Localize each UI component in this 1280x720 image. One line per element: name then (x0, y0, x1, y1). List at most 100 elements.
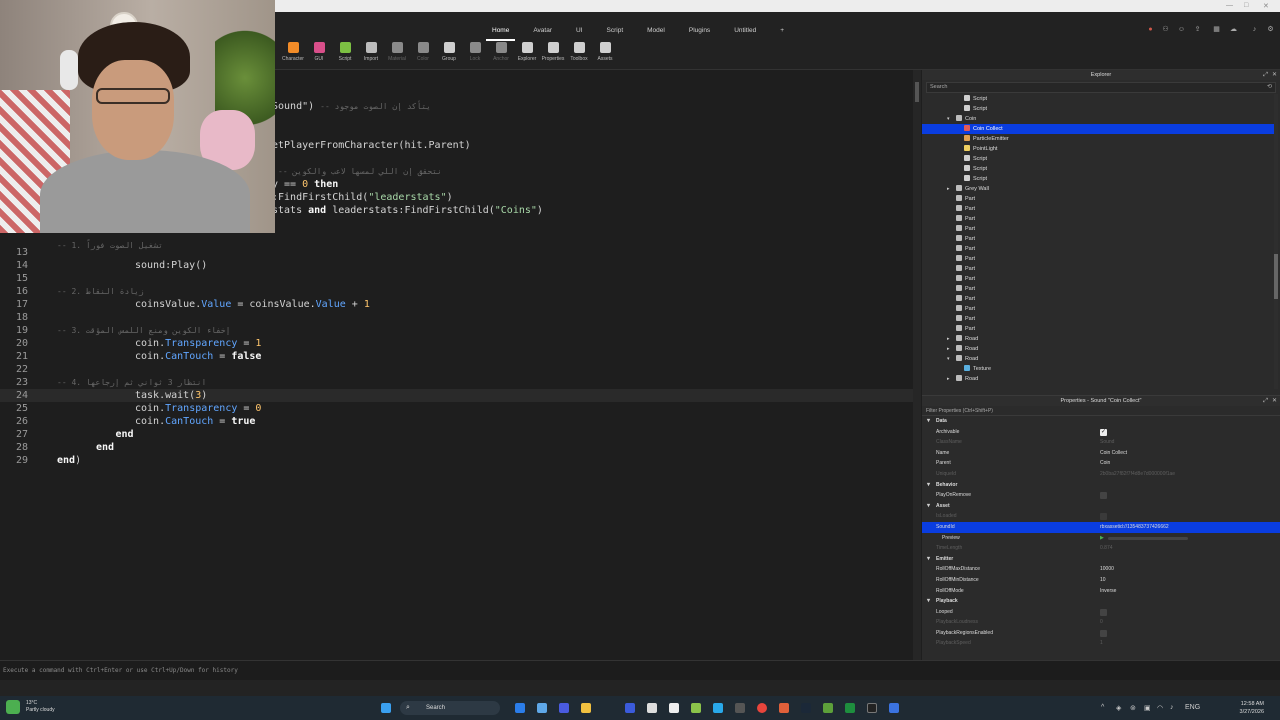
taskbar-search[interactable]: ⌕ Search (400, 701, 500, 715)
explorer-item[interactable]: Part (922, 304, 1274, 314)
explorer-item[interactable]: Script (922, 174, 1274, 184)
explorer-search-input[interactable]: Search ⟲ (926, 82, 1276, 93)
tray-chevron-icon[interactable]: ^ (1101, 704, 1104, 711)
explorer-item[interactable]: Part (922, 294, 1274, 304)
material-tool-button[interactable]: Material (384, 42, 410, 62)
explorer-item[interactable]: Part (922, 284, 1274, 294)
expand-arrow-icon[interactable]: ▾ (947, 114, 950, 124)
explorer-item[interactable]: Part (922, 194, 1274, 204)
property-row[interactable]: UniqueId 2b0ba27f82f7f4d8e7d000000f1ae (922, 469, 1280, 480)
tab-avatar[interactable]: Avatar (521, 26, 564, 36)
assets-tool-button[interactable]: Assets (592, 42, 618, 62)
tab-model[interactable]: Model (635, 26, 677, 36)
property-row[interactable]: RollOffMinDistance 10 (922, 575, 1280, 586)
lock-tool-button[interactable]: Lock (462, 42, 488, 62)
brave-icon[interactable] (779, 703, 789, 713)
explorer-item[interactable]: Part (922, 214, 1274, 224)
tab-[interactable]: + (768, 26, 796, 36)
expand-arrow-icon[interactable]: ▾ (947, 354, 950, 364)
property-checkbox[interactable]: ✓ (1100, 428, 1107, 436)
xbox-icon[interactable] (691, 703, 701, 713)
command-bar[interactable]: Execute a command with Ctrl+Enter or use… (0, 660, 1280, 680)
property-row[interactable]: Archivable ✓ (922, 427, 1280, 438)
properties-filter-input[interactable]: Filter Properties (Ctrl+Shift+P) (922, 406, 1280, 416)
tray-app-icon[interactable]: ◈ (1116, 704, 1121, 712)
minimize-button[interactable]: — (1226, 2, 1233, 9)
explorer-tool-button[interactable]: Explorer (514, 42, 540, 62)
property-row[interactable]: Preview ▶ (922, 533, 1280, 544)
expand-arrow-icon[interactable]: ▸ (947, 344, 950, 354)
property-row[interactable]: SoundId rbxassetid://135483737426662 (922, 521, 1280, 533)
property-row[interactable]: Name Coin Collect (922, 448, 1280, 459)
cloud-icon[interactable]: ☁ (1229, 25, 1238, 34)
explorer-item[interactable]: ▾ Road (922, 354, 1274, 364)
properties-close-icon[interactable]: ✕ (1272, 396, 1277, 406)
telegram-icon[interactable] (713, 703, 723, 713)
property-checkbox[interactable] (1100, 629, 1107, 637)
edge-icon[interactable] (515, 703, 525, 713)
editor-scrollbar-thumb[interactable] (915, 82, 919, 102)
filter-history-icon[interactable]: ⟲ (1267, 83, 1272, 92)
explorer-scrollbar[interactable] (1274, 94, 1278, 389)
explorer-item[interactable]: Script (922, 154, 1274, 164)
weather-icon[interactable] (6, 700, 20, 714)
property-value[interactable]: 10 (1100, 575, 1106, 586)
tab-plugins[interactable]: Plugins (677, 26, 722, 36)
property-row[interactable]: PlayOnRemove (922, 490, 1280, 501)
property-row[interactable]: RollOffMaxDistance 10000 (922, 564, 1280, 575)
play-preview-icon[interactable]: ▶ (1100, 533, 1104, 544)
explorer-item[interactable]: Script (922, 94, 1274, 104)
toolbox-tool-button[interactable]: Toolbox (566, 42, 592, 62)
script-tool-button[interactable]: Script (332, 42, 358, 62)
property-row[interactable]: ClassName Sound (922, 437, 1280, 448)
chrome-icon[interactable] (757, 703, 767, 713)
tab-untitled[interactable]: Untitled (722, 26, 768, 36)
explorer-item[interactable]: Part (922, 324, 1274, 334)
steam-icon[interactable] (801, 703, 811, 713)
explorer-item[interactable]: Part (922, 234, 1274, 244)
explorer-item[interactable]: ▸ Road (922, 344, 1274, 354)
media-icon[interactable] (559, 703, 569, 713)
tab-ui[interactable]: UI (564, 26, 595, 36)
character-tool-button[interactable]: Character (280, 42, 306, 62)
explorer-item[interactable]: PointLight (922, 144, 1274, 154)
maximize-button[interactable]: □ (1244, 2, 1248, 9)
explorer-item[interactable]: ParticleEmitter (922, 134, 1274, 144)
property-row[interactable]: PlaybackLoudness 0 (922, 617, 1280, 628)
property-value[interactable]: Coin (1100, 458, 1110, 469)
properties-undock-icon[interactable]: ⤢ (1263, 396, 1268, 406)
property-value[interactable]: 10000 (1100, 564, 1114, 575)
expand-arrow-icon[interactable]: ▸ (947, 374, 950, 384)
property-row[interactable]: PlaybackSpeed 1 (922, 638, 1280, 649)
expand-arrow-icon[interactable]: ▸ (947, 184, 950, 194)
explorer-scrollbar-thumb[interactable] (1274, 254, 1278, 299)
settings-icon[interactable]: ⚙ (1266, 25, 1275, 34)
preview-progress-bar[interactable] (1108, 536, 1188, 540)
property-row[interactable]: IsLoaded (922, 511, 1280, 522)
weather-widget[interactable]: 13°C Partly cloudy (26, 700, 55, 714)
explorer-item[interactable]: Part (922, 204, 1274, 214)
share-icon[interactable]: ⇪ (1193, 25, 1202, 34)
color-tool-button[interactable]: Color (410, 42, 436, 62)
explorer-item[interactable]: Part (922, 224, 1274, 234)
property-row[interactable]: Looped (922, 607, 1280, 618)
properties-tool-button[interactable]: Properties (540, 42, 566, 62)
tray-camera-icon[interactable]: ▣ (1144, 704, 1151, 712)
tab-home[interactable]: Home (480, 26, 521, 41)
expand-arrow-icon[interactable]: ▸ (947, 334, 950, 344)
explorer-item[interactable]: Part (922, 244, 1274, 254)
explorer-item[interactable]: Part (922, 264, 1274, 274)
property-row[interactable]: RollOffMode Inverse (922, 586, 1280, 597)
roblox-studio-icon[interactable] (867, 703, 877, 713)
capcut-icon[interactable] (647, 703, 657, 713)
notion-icon[interactable] (669, 703, 679, 713)
import-tool-button[interactable]: Import (358, 42, 384, 62)
tray-network-icon[interactable]: ⊚ (1130, 704, 1136, 712)
gui-tool-button[interactable]: GUI (306, 42, 332, 62)
explorer-item[interactable]: Part (922, 314, 1274, 324)
record-icon[interactable]: ● (1146, 25, 1155, 34)
explorer-close-icon[interactable]: ✕ (1272, 70, 1277, 80)
taskbar-clock[interactable]: 12:58 AM 3/27/2026 (1240, 700, 1264, 716)
undock-icon[interactable]: ⤢ (1263, 70, 1268, 80)
spreadsheet-icon[interactable] (845, 703, 855, 713)
